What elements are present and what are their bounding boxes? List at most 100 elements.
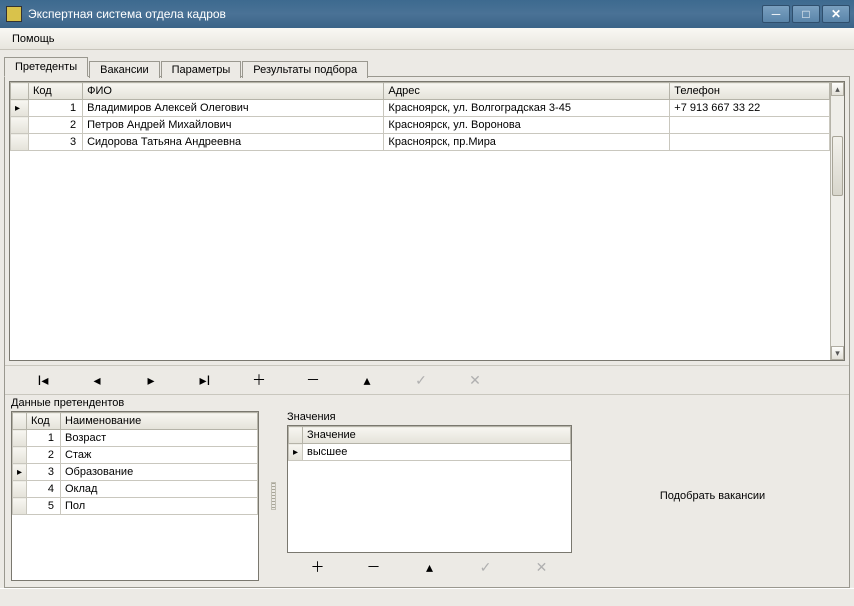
applicants-scrollbar[interactable]: ▴ ▾ — [830, 82, 844, 360]
values-delete-button[interactable]: － — [366, 559, 382, 575]
cell-code[interactable]: 1 — [27, 430, 61, 447]
tab-applicants[interactable]: Претеденты — [4, 57, 88, 77]
tab-results[interactable]: Результаты подбора — [242, 61, 368, 78]
cell-name[interactable]: Пол — [61, 498, 258, 515]
nav-first-icon: I◂ — [38, 372, 49, 389]
cell-address[interactable]: Красноярск, ул. Волгоградская 3-45 — [384, 100, 670, 117]
table-row[interactable]: 3Образование — [13, 464, 258, 481]
table-row[interactable]: 1Возраст — [13, 430, 258, 447]
table-row[interactable]: 5Пол — [13, 498, 258, 515]
cell-name[interactable]: Стаж — [61, 447, 258, 464]
tab-vacancies[interactable]: Вакансии — [89, 61, 160, 78]
cell-fio[interactable]: Петров Андрей Михайлович — [83, 117, 384, 134]
cell-phone[interactable]: +7 913 667 33 22 — [670, 100, 830, 117]
table-row[interactable]: 2Стаж — [13, 447, 258, 464]
tab-parameters[interactable]: Параметры — [161, 61, 242, 78]
menu-help[interactable]: Помощь — [6, 31, 61, 47]
cell-code[interactable]: 1 — [29, 100, 83, 117]
values-add-button[interactable]: ＋ — [310, 559, 326, 575]
cell-name[interactable]: Оклад — [61, 481, 258, 498]
row-indicator — [13, 447, 27, 464]
row-indicator — [11, 134, 29, 151]
col-address[interactable]: Адрес — [384, 83, 670, 100]
table-row[interactable]: 2Петров Андрей МихайловичКрасноярск, ул.… — [11, 117, 830, 134]
scroll-track[interactable] — [831, 96, 844, 346]
row-indicator — [13, 481, 27, 498]
minus-icon: － — [367, 557, 381, 577]
cell-code[interactable]: 3 — [27, 464, 61, 481]
scroll-thumb[interactable] — [832, 136, 843, 196]
app-window: Экспертная система отдела кадров ─ □ ✕ П… — [0, 0, 854, 606]
applicants-grid[interactable]: Код ФИО Адрес Телефон 1Владимиров Алексе… — [9, 81, 845, 361]
check-icon: ✓ — [415, 372, 427, 389]
tabs-row: Претеденты Вакансии Параметры Результаты… — [4, 54, 850, 76]
nav-next-button[interactable]: ▸ — [143, 372, 159, 388]
tab-page: Код ФИО Адрес Телефон 1Владимиров Алексе… — [4, 76, 850, 588]
lower-panel: Данные претендентов Код Наи — [5, 395, 849, 587]
cancel-icon: ✕ — [536, 559, 548, 576]
nav-edit-button[interactable]: ▴ — [359, 372, 375, 388]
row-indicator — [13, 430, 27, 447]
maximize-button[interactable]: □ — [792, 5, 820, 23]
params-grid[interactable]: Код Наименование 1Возраст2Стаж3Образован… — [11, 411, 259, 581]
minimize-button[interactable]: ─ — [762, 5, 790, 23]
values-post-button[interactable]: ✓ — [478, 559, 494, 575]
nav-delete-button[interactable]: － — [305, 372, 321, 388]
titlebar: Экспертная система отдела кадров ─ □ ✕ — [0, 0, 854, 28]
table-row[interactable]: 1Владимиров Алексей ОлеговичКрасноярск, … — [11, 100, 830, 117]
cell-phone[interactable] — [670, 134, 830, 151]
params-col-code[interactable]: Код — [27, 413, 61, 430]
nav-prev-button[interactable]: ◂ — [89, 372, 105, 388]
col-code[interactable]: Код — [29, 83, 83, 100]
splitter[interactable] — [269, 411, 277, 581]
grid-corner — [289, 427, 303, 444]
cell-code[interactable]: 2 — [27, 447, 61, 464]
params-col-name[interactable]: Наименование — [61, 413, 258, 430]
grid-corner — [13, 413, 27, 430]
close-button[interactable]: ✕ — [822, 5, 850, 23]
cell-code[interactable]: 3 — [29, 134, 83, 151]
values-edit-button[interactable]: ▴ — [422, 559, 438, 575]
nav-last-button[interactable]: ▸I — [197, 372, 213, 388]
cell-fio[interactable]: Сидорова Татьяна Андреевна — [83, 134, 384, 151]
table-row[interactable]: 3Сидорова Татьяна АндреевнаКрасноярск, п… — [11, 134, 830, 151]
applicants-navigator: I◂ ◂ ▸ ▸I ＋ － ▴ ✓ ✕ — [5, 365, 849, 395]
cell-value[interactable]: высшее — [303, 444, 571, 461]
row-indicator — [11, 100, 29, 117]
minus-icon: － — [306, 370, 320, 390]
values-navigator: ＋ － ▴ ✓ ✕ — [287, 553, 572, 581]
cell-fio[interactable]: Владимиров Алексей Олегович — [83, 100, 384, 117]
cell-code[interactable]: 5 — [27, 498, 61, 515]
table-row[interactable]: высшее — [289, 444, 571, 461]
values-col-value[interactable]: Значение — [303, 427, 571, 444]
plus-icon: ＋ — [311, 557, 325, 577]
pick-vacancies-button[interactable]: Подобрать вакансии — [650, 484, 775, 508]
menubar: Помощь — [0, 28, 854, 50]
values-grid[interactable]: Значение высшее — [287, 425, 572, 553]
table-row[interactable]: 4Оклад — [13, 481, 258, 498]
splitter-grip-icon — [271, 482, 276, 510]
cell-name[interactable]: Возраст — [61, 430, 258, 447]
nav-cancel-button[interactable]: ✕ — [467, 372, 483, 388]
values-cancel-button[interactable]: ✕ — [534, 559, 550, 575]
nav-post-button[interactable]: ✓ — [413, 372, 429, 388]
nav-add-button[interactable]: ＋ — [251, 372, 267, 388]
params-title: Данные претендентов — [5, 395, 849, 411]
values-title: Значения — [287, 411, 572, 425]
cell-address[interactable]: Красноярск, пр.Мира — [384, 134, 670, 151]
row-indicator — [289, 444, 303, 461]
col-phone[interactable]: Телефон — [670, 83, 830, 100]
row-indicator — [13, 498, 27, 515]
cell-phone[interactable] — [670, 117, 830, 134]
cell-address[interactable]: Красноярск, ул. Воронова — [384, 117, 670, 134]
edit-icon: ▴ — [363, 372, 370, 389]
nav-first-button[interactable]: I◂ — [35, 372, 51, 388]
scroll-down-icon[interactable]: ▾ — [831, 346, 844, 360]
col-fio[interactable]: ФИО — [83, 83, 384, 100]
scroll-up-icon[interactable]: ▴ — [831, 82, 844, 96]
cell-code[interactable]: 2 — [29, 117, 83, 134]
cell-code[interactable]: 4 — [27, 481, 61, 498]
applicants-grid-area: Код ФИО Адрес Телефон 1Владимиров Алексе… — [5, 77, 849, 365]
cell-name[interactable]: Образование — [61, 464, 258, 481]
cancel-icon: ✕ — [469, 372, 481, 389]
